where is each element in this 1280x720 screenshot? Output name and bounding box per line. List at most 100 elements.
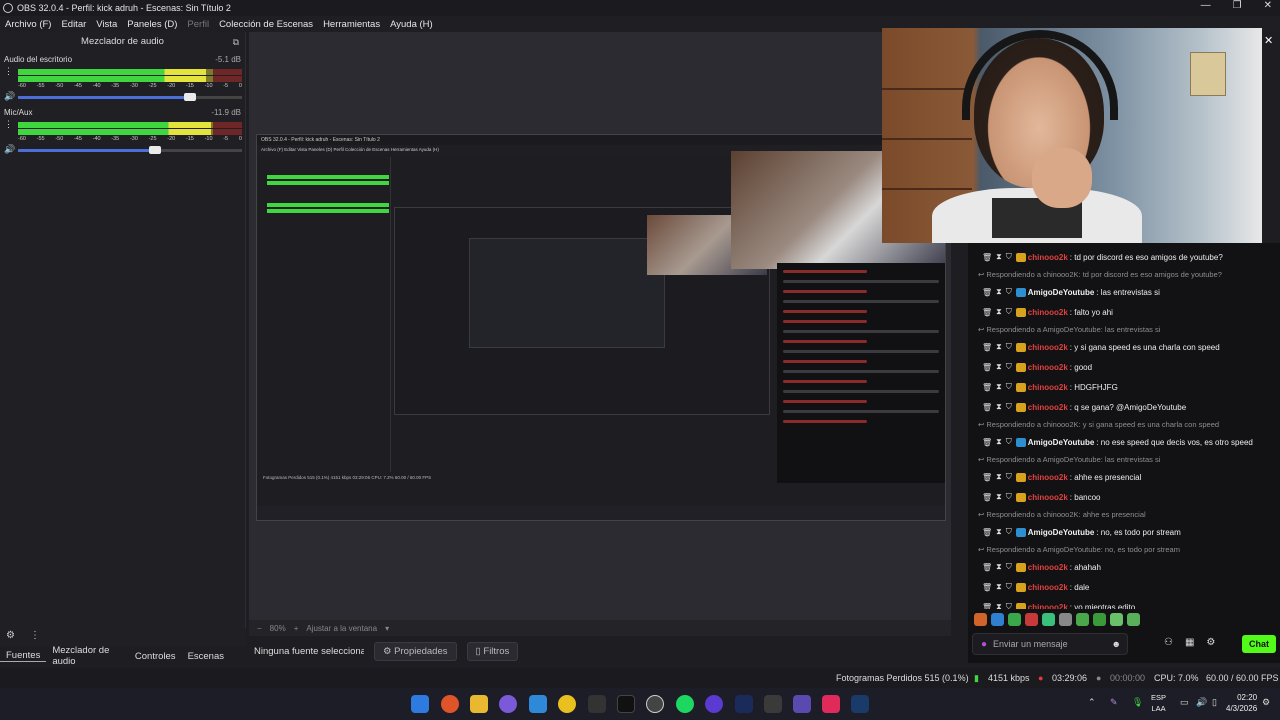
- timeout-icon[interactable]: ⧗: [996, 287, 1002, 297]
- chevron-up-icon[interactable]: ⌃: [1088, 697, 1096, 708]
- shield-icon[interactable]: ⛉: [1006, 492, 1012, 502]
- emote-icon[interactable]: [1059, 613, 1072, 626]
- chat-username[interactable]: AmigoDeYoutube: [1028, 438, 1095, 447]
- minimize-icon[interactable]: —: [1201, 0, 1211, 11]
- mic-icon[interactable]: ●: [981, 639, 987, 650]
- zoom-in-icon[interactable]: +: [294, 624, 299, 633]
- shield-icon[interactable]: ⛉: [1006, 402, 1012, 412]
- emote-icon[interactable]: [1025, 613, 1038, 626]
- tab-scenes[interactable]: Escenas: [182, 651, 230, 662]
- app4-icon[interactable]: [793, 695, 811, 713]
- shield-icon[interactable]: ⛉: [1006, 382, 1012, 392]
- menu-file[interactable]: Archivo (F): [0, 19, 56, 30]
- delete-icon[interactable]: 🗑: [982, 438, 992, 447]
- mod-actions[interactable]: 🗑 ⧗ ⛉: [982, 382, 1028, 392]
- menu-dots-icon[interactable]: ⋮: [4, 66, 13, 77]
- speaker-icon[interactable]: 🔊: [4, 91, 15, 102]
- windows-start-icon[interactable]: [411, 695, 429, 713]
- send-chat-button[interactable]: Chat: [1242, 635, 1276, 653]
- tab-audio-mixer[interactable]: Mezclador de audio: [46, 645, 129, 667]
- timeout-icon[interactable]: ⧗: [996, 307, 1002, 317]
- delete-icon[interactable]: 🗑: [982, 363, 992, 372]
- chat-username[interactable]: chinooo2k: [1028, 403, 1068, 412]
- emote-icon[interactable]: [1042, 613, 1055, 626]
- timeout-icon[interactable]: ⧗: [996, 562, 1002, 572]
- mod-actions[interactable]: 🗑 ⧗ ⛉: [982, 307, 1028, 317]
- mod-actions[interactable]: 🗑 ⧗ ⛉: [982, 562, 1028, 572]
- timeout-icon[interactable]: ⧗: [996, 362, 1002, 372]
- battery-icon[interactable]: ▯: [1212, 697, 1217, 708]
- fit-window-label[interactable]: Ajustar a la ventana: [306, 624, 377, 633]
- zoom-level[interactable]: 80%: [270, 624, 286, 633]
- timeout-icon[interactable]: ⧗: [996, 342, 1002, 352]
- timeout-icon[interactable]: ⧗: [996, 602, 1002, 609]
- speaker-icon[interactable]: 🔊: [4, 144, 15, 155]
- chat-username[interactable]: chinooo2k: [1028, 383, 1068, 392]
- mod-actions[interactable]: 🗑 ⧗ ⛉: [982, 402, 1028, 412]
- shield-icon[interactable]: ⛉: [1006, 582, 1012, 592]
- spotify-icon[interactable]: [676, 695, 694, 713]
- tab-controls[interactable]: Controles: [129, 651, 182, 662]
- clock[interactable]: 02:20 4/3/2026: [1226, 692, 1257, 714]
- discord-icon[interactable]: [499, 695, 517, 713]
- volume-slider[interactable]: [18, 146, 242, 154]
- delete-icon[interactable]: 🗑: [982, 308, 992, 317]
- timeout-icon[interactable]: ⧗: [996, 252, 1002, 262]
- mod-actions[interactable]: 🗑 ⧗ ⛉: [982, 602, 1028, 609]
- pen-icon[interactable]: ✎: [1110, 697, 1118, 708]
- mod-actions[interactable]: 🗑 ⧗ ⛉: [982, 492, 1028, 502]
- properties-button[interactable]: ⚙ Propiedades: [374, 641, 457, 661]
- emote-icon[interactable]: [1076, 613, 1089, 626]
- chat-username[interactable]: AmigoDeYoutube: [1028, 528, 1095, 537]
- users-icon[interactable]: ⚇: [1164, 637, 1173, 648]
- shield-icon[interactable]: ⛉: [1006, 472, 1012, 482]
- advanced-audio-icon[interactable]: ⚙: [6, 630, 15, 641]
- menu-profile[interactable]: Perfil: [182, 19, 214, 30]
- shield-icon[interactable]: ⛉: [1006, 287, 1012, 297]
- emote-icon[interactable]: [1110, 613, 1123, 626]
- menu-help[interactable]: Ayuda (H): [385, 19, 438, 30]
- tiktok-icon[interactable]: [617, 695, 635, 713]
- photoshop-icon[interactable]: [735, 695, 753, 713]
- delete-icon[interactable]: 🗑: [982, 253, 992, 262]
- delete-icon[interactable]: 🗑: [982, 528, 992, 537]
- notification-icon[interactable]: ⚙: [1262, 697, 1270, 708]
- monitor-icon[interactable]: ▭: [1180, 697, 1189, 708]
- chat-username[interactable]: chinooo2k: [1028, 583, 1068, 592]
- emoji-icon[interactable]: ☻: [1112, 639, 1121, 649]
- menu-tools[interactable]: Herramientas: [318, 19, 385, 30]
- delete-icon[interactable]: 🗑: [982, 383, 992, 392]
- chat-username[interactable]: chinooo2k: [1028, 603, 1068, 610]
- timeout-icon[interactable]: ⧗: [996, 492, 1002, 502]
- menu-docks[interactable]: Paneles (D): [122, 19, 182, 30]
- emote-icon[interactable]: [1093, 613, 1106, 626]
- app-icon[interactable]: [558, 695, 576, 713]
- shield-icon[interactable]: ⛉: [1006, 437, 1012, 447]
- zoom-out-icon[interactable]: −: [257, 624, 262, 633]
- delete-icon[interactable]: 🗑: [982, 343, 992, 352]
- menu-dots-icon[interactable]: ⋮: [4, 119, 13, 130]
- mod-actions[interactable]: 🗑 ⧗ ⛉: [982, 527, 1028, 537]
- undock-icon[interactable]: ⧉: [233, 32, 239, 52]
- emote-icon[interactable]: [974, 613, 987, 626]
- close-icon[interactable]: ✕: [1264, 34, 1273, 47]
- chevron-down-icon[interactable]: ▾: [385, 624, 389, 633]
- timeout-icon[interactable]: ⧗: [996, 472, 1002, 482]
- chat-username[interactable]: chinooo2k: [1028, 473, 1068, 482]
- steam-icon[interactable]: [851, 695, 869, 713]
- app2-icon[interactable]: [705, 695, 723, 713]
- delete-icon[interactable]: 🗑: [982, 493, 992, 502]
- timeout-icon[interactable]: ⧗: [996, 402, 1002, 412]
- chat-username[interactable]: chinooo2k: [1028, 563, 1068, 572]
- tiktok-studio-icon[interactable]: [822, 695, 840, 713]
- mod-actions[interactable]: 🗑 ⧗ ⛉: [982, 287, 1028, 297]
- mic-icon[interactable]: 🎙: [1132, 697, 1143, 708]
- emote-icon[interactable]: [1008, 613, 1021, 626]
- mixer-menu-icon[interactable]: ⋮: [30, 630, 40, 641]
- mod-actions[interactable]: 🗑 ⧗ ⛉: [982, 252, 1028, 262]
- chat-username[interactable]: chinooo2k: [1028, 363, 1068, 372]
- shield-icon[interactable]: ⛉: [1006, 527, 1012, 537]
- app3-icon[interactable]: [764, 695, 782, 713]
- delete-icon[interactable]: 🗑: [982, 473, 992, 482]
- store-icon[interactable]: [529, 695, 547, 713]
